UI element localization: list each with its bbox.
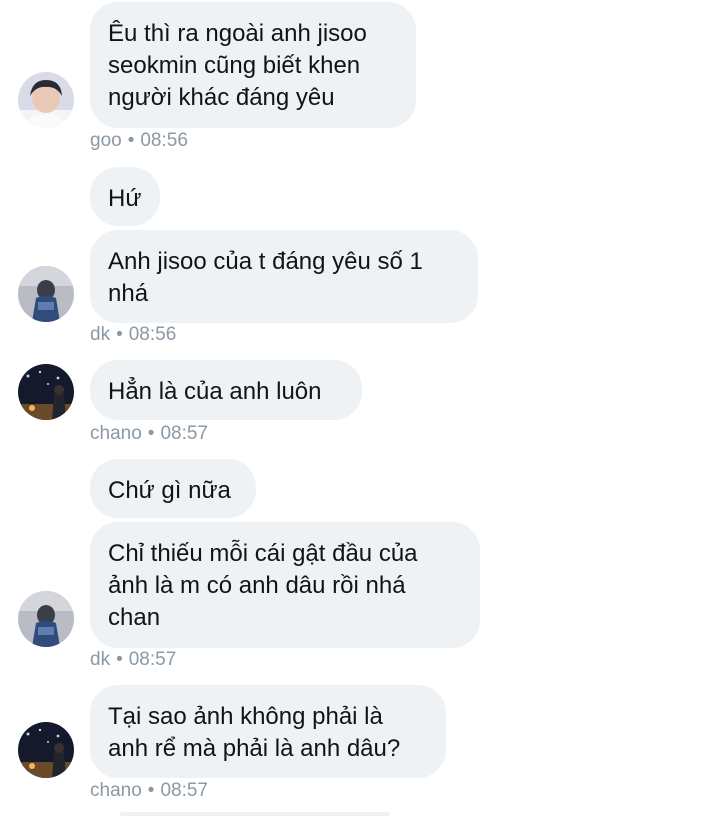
avatar-chano[interactable]	[18, 722, 74, 778]
avatar-dk[interactable]	[18, 266, 74, 322]
sender-name: dk	[90, 649, 111, 670]
message-text: Tại sao ảnh không phải là	[108, 703, 383, 730]
message-time: 08:56	[140, 130, 188, 151]
message-text: seokmin cũng biết khen	[108, 52, 361, 79]
message-time: 08:56	[128, 324, 177, 345]
meta-separator: •	[147, 423, 155, 444]
sender-name: dk	[90, 324, 111, 345]
meta-separator: •	[127, 130, 135, 151]
sender-name: goo	[90, 130, 122, 151]
message-bubble[interactable]: Chứ gì nữa	[90, 459, 256, 518]
message-text: anh rể mà phải là anh dâu?	[108, 735, 401, 762]
message-bubble[interactable]: Tại sao ảnh không phải là anh rể mà phải…	[90, 685, 446, 778]
message-time: 08:57	[160, 780, 208, 801]
meta-separator: •	[147, 780, 155, 801]
message-text: Anh jisoo của t đáng yêu số 1	[108, 248, 423, 275]
message-text: Hẳn là của anh luôn	[108, 378, 322, 405]
message-text: Chứ gì nữa	[108, 477, 231, 504]
message-meta: dk • 08:56	[90, 323, 176, 347]
message-time: 08:57	[160, 423, 208, 444]
message-bubble[interactable]: Anh jisoo của t đáng yêu số 1 nhá	[90, 230, 478, 323]
message-bubble[interactable]: Hứ	[90, 167, 160, 226]
message-text: chan	[108, 604, 161, 631]
message-time: 08:57	[128, 649, 177, 670]
avatar-dk[interactable]	[18, 591, 74, 647]
message-meta: chano • 08:57	[90, 779, 208, 803]
next-message-bubble-edge	[120, 812, 390, 816]
message-bubble[interactable]: Chỉ thiếu mỗi cái gật đầu của ảnh là m c…	[90, 522, 480, 648]
message-text: người khác đáng yêu	[108, 84, 335, 111]
message-meta: chano • 08:57	[90, 422, 208, 446]
avatar-chano[interactable]	[18, 364, 74, 420]
message-meta: dk • 08:57	[90, 648, 176, 672]
meta-separator: •	[116, 649, 123, 670]
sender-name: chano	[90, 423, 142, 444]
message-text: Chỉ thiếu mỗi cái gật đầu của	[108, 540, 418, 567]
message-text: nhá	[108, 280, 149, 307]
avatar-goo[interactable]	[18, 72, 74, 128]
meta-separator: •	[116, 324, 123, 345]
sender-name: chano	[90, 780, 142, 801]
message-text: ảnh là m có anh dâu rồi nhá	[108, 572, 406, 599]
message-bubble[interactable]: Êu thì ra ngoài anh jisoo seokmin cũng b…	[90, 2, 416, 128]
message-bubble[interactable]: Hẳn là của anh luôn	[90, 360, 362, 420]
message-meta: goo • 08:56	[90, 129, 188, 153]
message-text: Êu thì ra ngoài anh jisoo	[108, 20, 367, 47]
message-text: Hứ	[108, 185, 142, 212]
